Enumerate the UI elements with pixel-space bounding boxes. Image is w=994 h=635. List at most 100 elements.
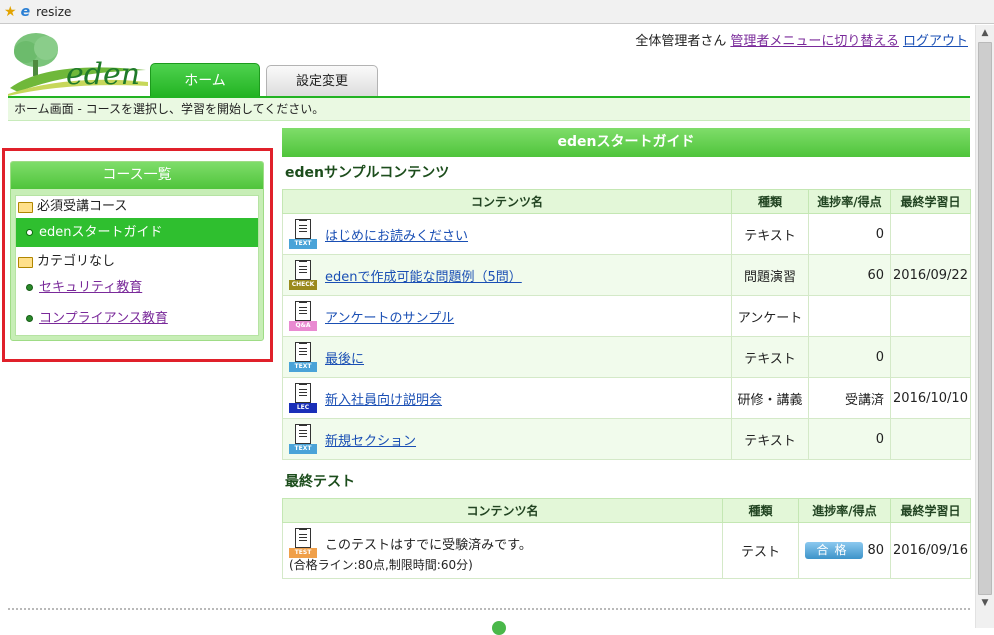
course-title-bar: edenスタートガイド — [282, 128, 970, 157]
content-type: 研修・講義 — [731, 377, 809, 419]
content-score: 受講済 — [808, 377, 891, 419]
table-row: Q&A アンケートのサンプル アンケート — [282, 295, 971, 337]
bullet-icon — [26, 315, 33, 322]
vertical-scrollbar[interactable]: ▲ ▼ — [975, 25, 994, 628]
content-date — [890, 418, 971, 460]
content-score: 0 — [808, 213, 891, 255]
column-header-date: 最終学習日 — [890, 498, 971, 523]
content-type: 問題演習 — [731, 254, 809, 296]
tab-settings[interactable]: 設定変更 — [266, 65, 378, 97]
content-type: テキスト — [731, 336, 809, 378]
browser-tab-title: resize — [36, 4, 72, 19]
text-icon: TEXT — [289, 342, 317, 372]
bullet-icon — [26, 229, 33, 236]
logout-link[interactable]: ログアウト — [903, 34, 968, 49]
course-label[interactable]: セキュリティ教育 — [39, 273, 142, 302]
content-name-cell: Q&A アンケートのサンプル — [282, 295, 732, 337]
content-name-cell: TEXT はじめにお読みください — [282, 213, 732, 255]
folder-open-icon — [18, 256, 33, 268]
category-required[interactable]: 必須受講コース — [16, 196, 258, 218]
table-row: TEXT 新規セクション テキスト 0 — [282, 418, 971, 460]
course-item-eden-start-guide[interactable]: edenスタートガイド — [16, 218, 258, 247]
content-score-cell: 合格 80 — [798, 522, 891, 579]
text-icon: TEXT — [289, 424, 317, 454]
content-date: 2016/09/16 — [890, 522, 971, 579]
qa-icon: Q&A — [289, 301, 317, 331]
content-type: アンケート — [731, 295, 809, 337]
content-link[interactable]: edenで作成可能な問題例（5問） — [325, 266, 522, 285]
info-message-bar: ホーム画面 - コースを選択し、学習を開始してください。 — [8, 98, 970, 121]
text-icon: TEXT — [289, 219, 317, 249]
column-header-name: コンテンツ名 — [282, 189, 732, 214]
content-link[interactable]: アンケートのサンプル — [325, 307, 454, 326]
content-score: 80 — [867, 543, 884, 558]
content-name-cell: CHECK edenで作成可能な問題例（5問） — [282, 254, 732, 296]
scrollbar-thumb[interactable] — [978, 42, 992, 595]
content-date: 2016/10/10 — [890, 377, 971, 419]
lecture-icon: LEC — [289, 383, 317, 413]
content-link[interactable]: 新入社員向け説明会 — [325, 389, 442, 408]
scroll-up-arrow-icon[interactable]: ▲ — [976, 25, 994, 42]
course-label[interactable]: コンプライアンス教育 — [39, 304, 168, 333]
content-type: テキスト — [731, 418, 809, 460]
section-title-sample: edenサンプルコンテンツ — [285, 165, 450, 181]
content-date — [890, 295, 971, 337]
footer-divider — [8, 608, 970, 610]
column-header-type: 種類 — [731, 189, 809, 214]
footer-logo-icon — [492, 621, 506, 635]
content-score: 0 — [808, 336, 891, 378]
column-header-progress: 進捗率/得点 — [798, 498, 891, 523]
column-header-progress: 進捗率/得点 — [808, 189, 891, 214]
content-score: 60 — [808, 254, 891, 296]
column-header-type: 種類 — [722, 498, 799, 523]
check-icon: CHECK — [289, 260, 317, 290]
internet-explorer-icon: e — [20, 3, 31, 20]
content-name-cell: TEST このテストはすでに受験済みです。 (合格ライン:80点,制限時間:60… — [282, 522, 723, 579]
content-score — [808, 295, 891, 337]
final-test-table: コンテンツ名 種類 進捗率/得点 最終学習日 TEST このテストはすでに受験済… — [282, 498, 971, 579]
course-item-compliance[interactable]: コンプライアンス教育 — [16, 304, 258, 333]
table-row: TEST このテストはすでに受験済みです。 (合格ライン:80点,制限時間:60… — [282, 522, 971, 579]
table-row: TEXT 最後に テキスト 0 — [282, 336, 971, 378]
course-item-security[interactable]: セキュリティ教育 — [16, 273, 258, 302]
content-score: 0 — [808, 418, 891, 460]
content-date — [890, 336, 971, 378]
content-type: テキスト — [731, 213, 809, 255]
table-row: LEC 新入社員向け説明会 研修・講義 受講済 2016/10/10 — [282, 377, 971, 419]
svg-text:eden: eden — [66, 57, 140, 92]
column-header-date: 最終学習日 — [890, 189, 971, 214]
content-type: テスト — [722, 522, 799, 579]
content-link[interactable]: はじめにお読みください — [325, 225, 468, 244]
course-list-title: コース一覧 — [11, 162, 263, 189]
main-content: edenスタートガイド edenサンプルコンテンツ コンテンツ名 種類 進捗率/… — [282, 128, 971, 579]
course-list-body: 必須受講コース edenスタートガイド カテゴリなし セキュリティ教育 コンプラ… — [15, 195, 259, 336]
category-label: 必須受講コース — [37, 199, 128, 214]
scroll-down-arrow-icon[interactable]: ▼ — [976, 595, 994, 612]
content-link[interactable]: 新規セクション — [325, 430, 416, 449]
content-name-cell: LEC 新入社員向け説明会 — [282, 377, 732, 419]
content-date — [890, 213, 971, 255]
bullet-icon — [26, 284, 33, 291]
category-uncategorized[interactable]: カテゴリなし — [16, 251, 258, 273]
section-title-final-test: 最終テスト — [285, 474, 355, 490]
course-list-panel: コース一覧 必須受講コース edenスタートガイド カテゴリなし セキュリティ教… — [10, 161, 264, 341]
switch-admin-menu-link[interactable]: 管理者メニューに切り替える — [730, 34, 899, 49]
favorites-star-icon[interactable]: ★ — [4, 4, 17, 20]
content-subtext: (合格ライン:80点,制限時間:60分) — [289, 558, 473, 572]
table-row: CHECK edenで作成可能な問題例（5問） 問題演習 60 2016/09/22 — [282, 254, 971, 296]
user-links: 全体管理者さん 管理者メニューに切り替える ログアウト — [631, 30, 968, 49]
course-label: edenスタートガイド — [39, 225, 163, 240]
sample-contents-table: コンテンツ名 種類 進捗率/得点 最終学習日 TEXT はじめにお読みください テキ… — [282, 189, 971, 460]
folder-open-icon — [18, 201, 33, 213]
content-name-cell: TEXT 最後に — [282, 336, 732, 378]
table-row: TEXT はじめにお読みください テキスト 0 — [282, 213, 971, 255]
tab-home[interactable]: ホーム — [150, 63, 260, 97]
user-name: 全体管理者さん — [635, 34, 727, 49]
category-label: カテゴリなし — [37, 254, 116, 269]
content-name-cell: TEXT 新規セクション — [282, 418, 732, 460]
pass-badge: 合格 — [805, 542, 864, 559]
content-date: 2016/09/22 — [890, 254, 971, 296]
content-link[interactable]: 最後に — [325, 348, 364, 367]
eden-logo[interactable]: eden — [8, 30, 148, 96]
content-name: このテストはすでに受験済みです。 — [325, 537, 532, 553]
